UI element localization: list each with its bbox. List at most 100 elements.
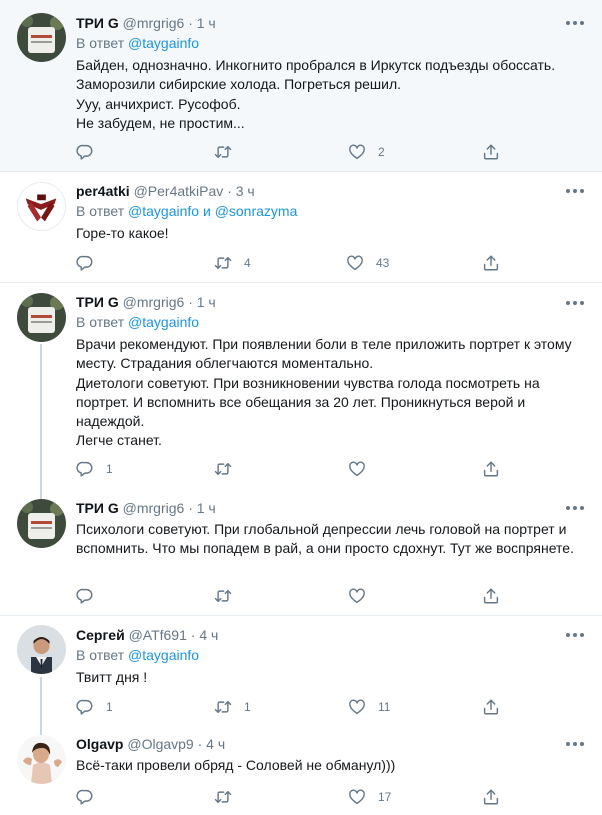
tweet-header: Сергей @ATf691 · 4 ч <box>76 625 586 645</box>
tweet-header: Olgavp @Olgavp9 · 4 ч <box>76 734 586 754</box>
display-name[interactable]: Сергей <box>76 627 125 643</box>
timestamp[interactable]: 1 ч <box>197 294 216 310</box>
share-button[interactable] <box>482 142 500 162</box>
tweet[interactable]: per4atki @Per4atkiPav · 3 ч В ответ @tay… <box>0 172 602 283</box>
like-count: 2 <box>378 145 385 159</box>
avatar-image <box>17 499 66 548</box>
reply-count: 1 <box>106 462 113 476</box>
retweet-icon <box>214 460 232 478</box>
reply-button[interactable] <box>76 787 106 807</box>
tweet[interactable]: ТРИ G @mrgrig6 · 1 ч Психологи советуют.… <box>0 491 602 616</box>
timestamp[interactable]: 1 ч <box>197 15 216 31</box>
avatar[interactable] <box>17 625 66 674</box>
display-name[interactable]: Olgavp <box>76 736 123 752</box>
reply-button[interactable] <box>76 253 106 273</box>
action-bar: 1 1 11 <box>76 697 506 717</box>
more-icon[interactable] <box>566 506 584 512</box>
tweet[interactable]: Сергей @ATf691 · 4 ч В ответ @taygainfo … <box>0 616 602 727</box>
display-name[interactable]: ТРИ G <box>76 500 119 516</box>
like-button[interactable] <box>348 459 378 479</box>
tweet-text: Твитт дня ! <box>76 669 148 685</box>
mention-link[interactable]: @sonrazyma <box>215 203 298 219</box>
display-name[interactable]: ТРИ G <box>76 294 119 310</box>
more-icon[interactable] <box>566 633 584 639</box>
more-icon[interactable] <box>566 189 584 195</box>
like-button[interactable]: 11 <box>348 697 390 717</box>
avatar-image <box>17 735 66 784</box>
like-count: 11 <box>378 700 391 714</box>
reply-prefix: В ответ <box>76 203 125 219</box>
mention-link[interactable]: @taygainfo <box>128 35 199 51</box>
tweet-text: Байден, однозначно. Инкогнито пробрался … <box>76 57 556 131</box>
tweet[interactable]: ТРИ G @mrgrig6 · 1 ч В ответ @taygainfo … <box>0 0 602 172</box>
share-icon <box>482 143 500 161</box>
timestamp[interactable]: 3 ч <box>236 183 255 199</box>
tweet-text: Всё-таки провели обряд - Соловей не обма… <box>76 757 396 773</box>
reply-icon <box>76 698 94 716</box>
display-name[interactable]: per4atki <box>76 183 130 199</box>
mention-link[interactable]: @taygainfo <box>128 314 199 330</box>
display-name[interactable]: ТРИ G <box>76 15 119 31</box>
avatar-image <box>18 183 65 230</box>
tweet-header: ТРИ G @mrgrig6 · 1 ч <box>76 13 586 33</box>
like-count: 43 <box>376 256 390 270</box>
user-handle[interactable]: @Olgavp9 <box>127 736 193 752</box>
retweet-button[interactable] <box>214 787 244 807</box>
like-button[interactable]: 43 <box>346 253 389 273</box>
share-icon <box>482 460 500 478</box>
thread-line <box>40 677 42 727</box>
mention-link[interactable]: @taygainfo <box>128 203 199 219</box>
reply-button[interactable] <box>76 586 106 606</box>
user-handle[interactable]: @Per4atkiPav <box>134 183 224 199</box>
retweet-icon <box>214 698 232 716</box>
user-handle[interactable]: @ATf691 <box>129 627 187 643</box>
retweet-icon <box>214 587 232 605</box>
avatar[interactable] <box>17 735 66 784</box>
reply-prefix: В ответ <box>76 314 125 330</box>
like-button[interactable]: 17 <box>348 787 391 807</box>
avatar[interactable] <box>17 182 66 231</box>
avatar[interactable] <box>17 13 66 62</box>
like-icon <box>348 587 366 605</box>
share-button[interactable] <box>482 459 500 479</box>
thread-line <box>40 491 42 499</box>
more-icon[interactable] <box>566 21 584 27</box>
like-button[interactable] <box>348 586 378 606</box>
retweet-button[interactable] <box>214 586 244 606</box>
reply-button[interactable]: 1 <box>76 697 113 717</box>
retweet-button[interactable]: 1 <box>214 697 251 717</box>
avatar[interactable] <box>17 499 66 548</box>
retweet-icon <box>214 143 232 161</box>
retweet-count: 4 <box>244 256 251 270</box>
timestamp[interactable]: 1 ч <box>197 500 216 516</box>
avatar[interactable] <box>17 293 66 342</box>
retweet-icon <box>214 254 232 272</box>
retweet-button[interactable] <box>214 142 244 162</box>
reply-context: В ответ @taygainfo <box>76 33 586 53</box>
mention-link[interactable]: @taygainfo <box>128 647 199 663</box>
share-button[interactable] <box>482 586 500 606</box>
tweet[interactable]: ТРИ G @mrgrig6 · 1 ч В ответ @taygainfo … <box>0 283 602 491</box>
reply-icon <box>76 254 94 272</box>
more-icon[interactable] <box>566 742 584 748</box>
user-handle[interactable]: @mrgrig6 <box>123 294 185 310</box>
share-button[interactable] <box>482 253 500 273</box>
share-button[interactable] <box>482 697 500 717</box>
tweet-header: ТРИ G @mrgrig6 · 1 ч <box>76 292 586 312</box>
timestamp[interactable]: 4 ч <box>199 627 218 643</box>
more-icon[interactable] <box>566 301 584 307</box>
user-handle[interactable]: @mrgrig6 <box>123 15 185 31</box>
reply-context: В ответ @taygainfo <box>76 645 586 665</box>
like-icon <box>348 143 366 161</box>
reply-button[interactable]: 1 <box>76 459 113 479</box>
retweet-button[interactable]: 4 <box>214 253 251 273</box>
reply-button[interactable] <box>76 142 106 162</box>
tweet[interactable]: Olgavp @Olgavp9 · 4 ч Всё-таки провели о… <box>0 727 602 815</box>
like-button[interactable]: 2 <box>348 142 385 162</box>
retweet-button[interactable] <box>214 459 244 479</box>
share-button[interactable] <box>482 787 500 807</box>
thread-line <box>40 727 42 735</box>
user-handle[interactable]: @mrgrig6 <box>123 500 185 516</box>
timestamp[interactable]: 4 ч <box>206 736 225 752</box>
separator-dot: · <box>227 183 232 199</box>
